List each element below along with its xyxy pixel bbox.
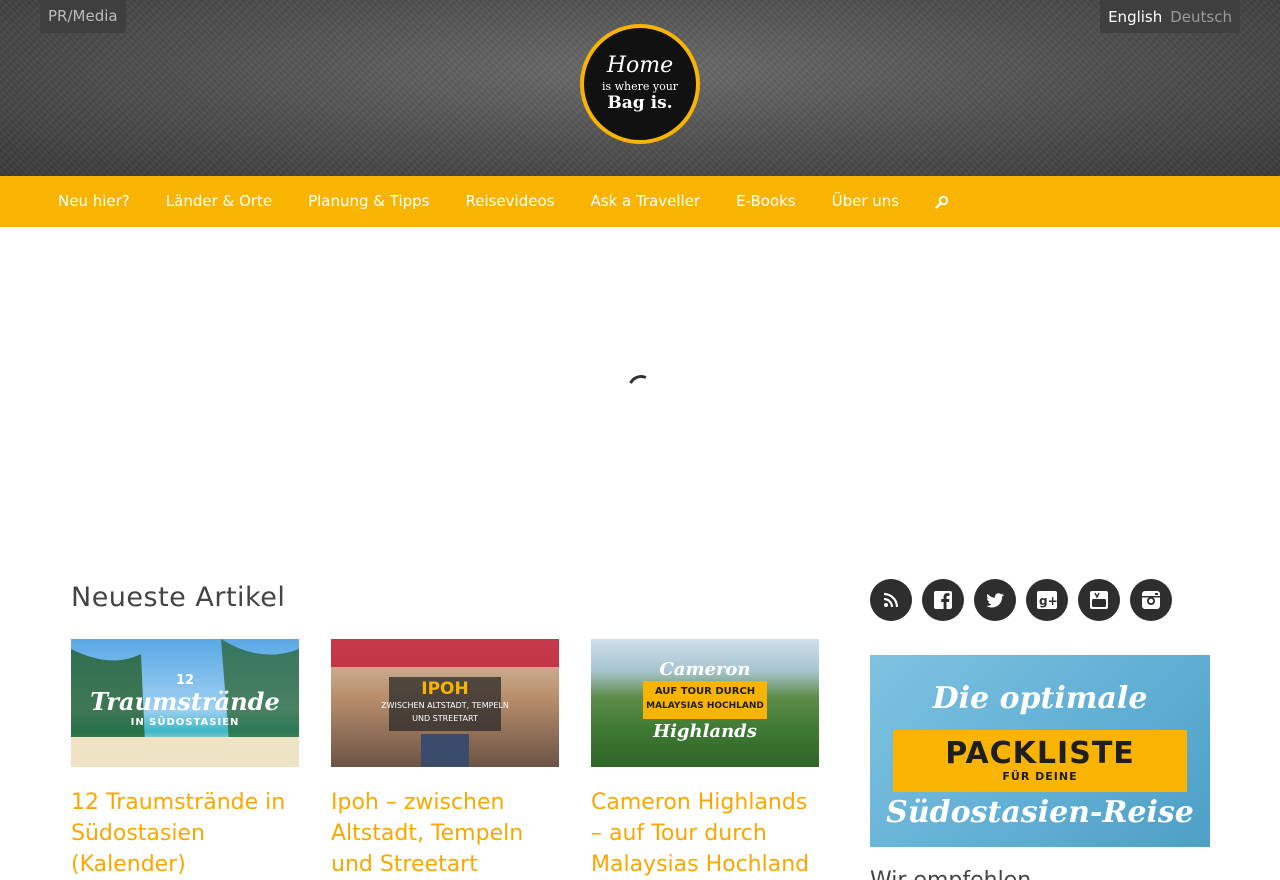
pr-media-link[interactable]: PR/Media <box>40 0 126 33</box>
banner-line-3: FÜR DEINE <box>1002 770 1078 783</box>
nav-item-e-books[interactable]: E-Books <box>718 176 814 227</box>
section-title: Neueste Artikel <box>71 582 286 613</box>
article-title[interactable]: Ipoh – zwischen Altstadt, Tempeln und St… <box>331 787 559 880</box>
logo-line-home: Home <box>606 53 674 78</box>
article-thumbnail[interactable]: Cameron AUF TOUR DURCH MALAYSIAS HOCHLAN… <box>591 639 819 767</box>
search-icon[interactable] <box>917 176 967 227</box>
article-card[interactable]: 12 Traumstrände IN SÜDOSTASIEN 12 Traums… <box>71 639 299 880</box>
google-plus-icon[interactable]: g+ <box>1026 579 1068 621</box>
banner-highlight-box: PACKLISTE FÜR DEINE <box>893 730 1187 792</box>
nav-item-reisevideos[interactable]: Reisevideos <box>447 176 572 227</box>
instagram-icon[interactable] <box>1130 579 1172 621</box>
social-links: g+ <box>870 579 1172 621</box>
twitter-icon[interactable] <box>974 579 1016 621</box>
youtube-icon[interactable] <box>1078 579 1120 621</box>
svg-text:g+: g+ <box>1039 594 1057 608</box>
facebook-icon[interactable] <box>922 579 964 621</box>
thumb-text-subtitle-2: UND STREETART <box>412 714 478 723</box>
language-english[interactable]: English <box>1108 8 1162 26</box>
logo-line-bag: Bag is. <box>607 93 673 113</box>
thumb-text-title: IPOH <box>421 679 469 699</box>
banner-line-2: PACKLISTE <box>945 736 1135 771</box>
article-title[interactable]: 12 Traumstrände in Südostasien (Kalender… <box>71 787 299 880</box>
packing-list-banner[interactable]: Die optimale PACKLISTE FÜR DEINE Südosta… <box>870 655 1210 847</box>
nav-item-neu-hier[interactable]: Neu hier? <box>40 176 148 227</box>
thumb-text-number: 12 <box>175 673 195 688</box>
language-switcher: English Deutsch <box>1100 0 1240 33</box>
thumb-text-title: Traumstrände <box>90 687 280 716</box>
thumb-text-subtitle: AUF TOUR DURCH <box>654 686 756 697</box>
nav-item-laender-orte[interactable]: Länder & Orte <box>148 176 290 227</box>
main-navigation: Neu hier? Länder & Orte Planung & Tipps … <box>0 176 1280 227</box>
banner-line-4: Südostasien-Reise <box>886 795 1194 830</box>
loading-spinner-icon <box>624 371 658 405</box>
article-card[interactable]: Cameron AUF TOUR DURCH MALAYSIAS HOCHLAN… <box>591 639 819 880</box>
banner-line-1: Die optimale <box>932 681 1148 716</box>
article-thumbnail[interactable]: 12 Traumstrände IN SÜDOSTASIEN <box>71 639 299 767</box>
site-header: PR/Media English Deutsch Home is where y… <box>0 0 1280 176</box>
nav-item-ask-a-traveller[interactable]: Ask a Traveller <box>572 176 718 227</box>
thumb-text-title: Cameron <box>659 659 751 680</box>
site-logo[interactable]: Home is where your Bag is. <box>580 24 700 144</box>
thumb-text-subtitle: ZWISCHEN ALTSTADT, TEMPELN <box>381 701 509 710</box>
rss-icon[interactable] <box>870 579 912 621</box>
logo-line-middle: is where your <box>601 80 679 93</box>
thumb-text-subtitle: IN SÜDOSTASIEN <box>130 717 240 728</box>
thumb-text-subtitle-2: MALAYSIAS HOCHLAND <box>646 701 764 711</box>
featured-slider <box>0 227 1280 547</box>
article-title[interactable]: Cameron Highlands – auf Tour durch Malay… <box>591 787 819 880</box>
nav-item-ueber-uns[interactable]: Über uns <box>814 176 918 227</box>
thumb-text-highlights: Highlands <box>653 721 757 742</box>
article-card[interactable]: IPOH ZWISCHEN ALTSTADT, TEMPELN UND STRE… <box>331 639 559 880</box>
nav-item-planung-tipps[interactable]: Planung & Tipps <box>290 176 447 227</box>
sidebar-heading: Wir empfehlen <box>870 868 1031 880</box>
language-deutsch[interactable]: Deutsch <box>1170 8 1232 26</box>
article-thumbnail[interactable]: IPOH ZWISCHEN ALTSTADT, TEMPELN UND STRE… <box>331 639 559 767</box>
